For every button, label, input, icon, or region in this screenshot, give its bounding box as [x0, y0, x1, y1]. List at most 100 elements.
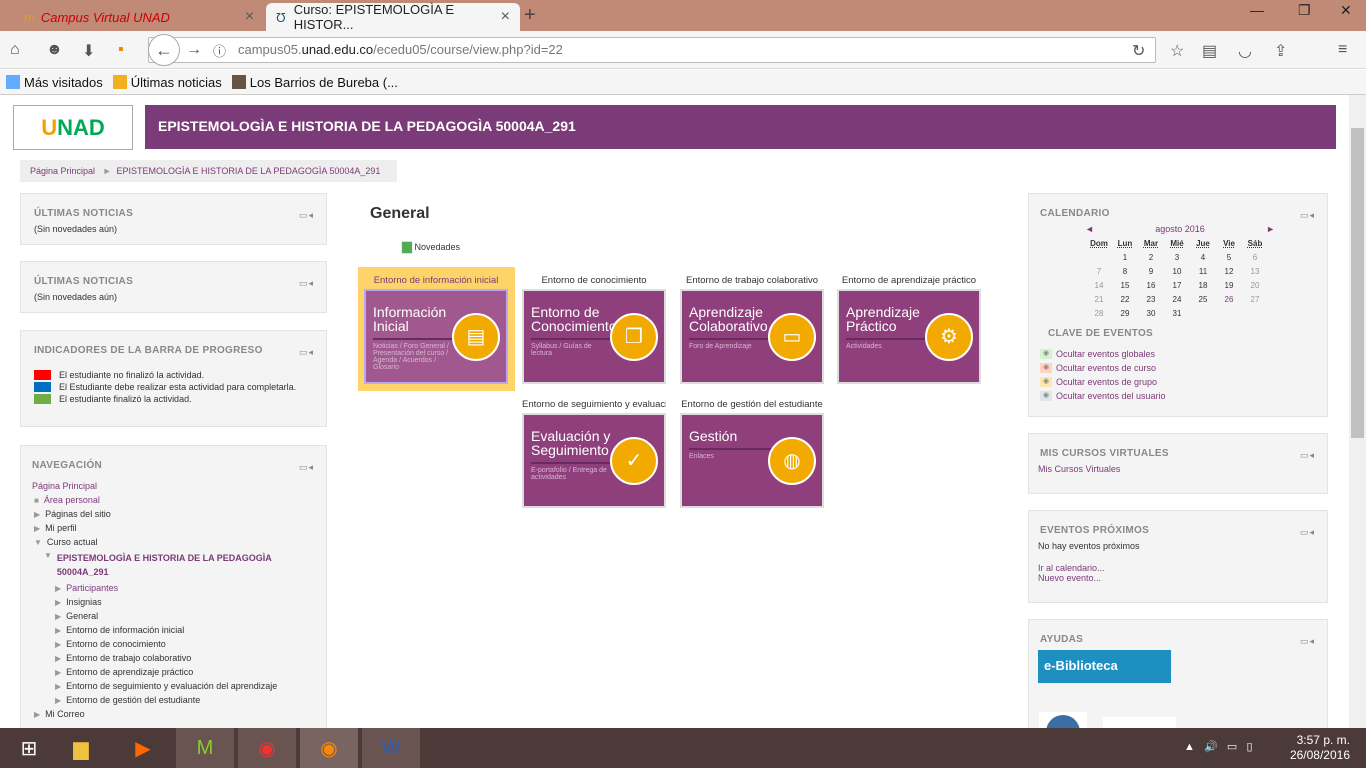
calendar-day[interactable]: 17 — [1164, 278, 1190, 292]
nav-home[interactable]: Página Principal — [32, 481, 97, 491]
bookmark-mas-visitados[interactable]: Más visitados — [6, 75, 103, 90]
start-button[interactable]: ⊞ — [0, 728, 58, 768]
calendar-day[interactable]: 9 — [1138, 264, 1164, 278]
pocket-icon[interactable]: ◡ — [1238, 41, 1252, 61]
minimize-button[interactable]: — — [1250, 2, 1264, 18]
nav-item[interactable]: Entorno de gestión del estudiante — [66, 695, 200, 705]
nav-site-pages[interactable]: Páginas del sitio — [45, 509, 111, 519]
go-to-calendar-link[interactable]: Ir al calendario... — [1038, 563, 1314, 573]
clock[interactable]: 3:57 p. m. 26/08/2016 — [1290, 733, 1350, 763]
movistar-icon[interactable]: M — [176, 728, 234, 768]
nav-item[interactable]: Insignias — [66, 597, 102, 607]
event-key-toggle[interactable]: ◉ Ocultar eventos del usuario — [1040, 391, 1314, 401]
calendar-day[interactable]: 29 — [1112, 306, 1138, 320]
bookmark-ultimas-noticias[interactable]: Últimas noticias — [112, 75, 222, 90]
block-controls-icon[interactable]: ▭◂ — [1300, 636, 1315, 647]
tab-course[interactable]: Ʊ Curso: EPISTEMOLOGÌA E HISTOR... × — [266, 2, 520, 32]
word-icon[interactable]: W — [362, 728, 420, 768]
event-key-toggle[interactable]: ◉ Ocultar eventos de curso — [1040, 363, 1314, 373]
calendar-day[interactable]: 6 — [1242, 250, 1268, 264]
reload-icon[interactable]: ↻ — [1132, 41, 1145, 61]
nav-item[interactable]: Participantes — [66, 583, 118, 593]
calendar-day[interactable]: 24 — [1164, 292, 1190, 306]
block-controls-icon[interactable]: ▭◂ — [299, 347, 314, 358]
calendar-day[interactable]: 19 — [1216, 278, 1242, 292]
calendar-day[interactable]: 31 — [1164, 306, 1190, 320]
calendar-month[interactable]: agosto 2016 — [1155, 224, 1205, 234]
calendar-day[interactable]: 22 — [1112, 292, 1138, 306]
back-button[interactable]: ← — [148, 34, 180, 66]
tile-colaborativo[interactable]: Entorno de trabajo colaborativo Aprendiza… — [680, 275, 824, 384]
block-controls-icon[interactable]: ▭◂ — [1300, 527, 1315, 538]
prev-month-button[interactable]: ◄ — [1085, 224, 1094, 234]
calendar-day[interactable]: 27 — [1242, 292, 1268, 306]
tray-icons[interactable]: ▲ 🔊 ▭ ▯ — [1184, 740, 1253, 753]
event-key-toggle[interactable]: ◉ Ocultar eventos globales — [1040, 349, 1314, 359]
tile-practico[interactable]: Entorno de aprendizaje práctico Aprendiza… — [837, 275, 981, 384]
calendar-day[interactable]: 28 — [1086, 306, 1112, 320]
next-month-button[interactable]: ► — [1266, 224, 1275, 234]
tile-seguimiento[interactable]: Entorno de seguimiento y evaluación del … — [522, 399, 666, 508]
unad-logo[interactable]: U NAD — [13, 105, 133, 150]
calendar-day[interactable]: 2 — [1138, 250, 1164, 264]
calendar-day[interactable]: 12 — [1216, 264, 1242, 278]
news-forum-link[interactable]: ▆ Novedades — [402, 238, 460, 254]
block-controls-icon[interactable]: ▭◂ — [1300, 210, 1315, 221]
my-courses-link[interactable]: Mis Cursos Virtuales — [1038, 464, 1314, 474]
calendar-day[interactable]: 16 — [1138, 278, 1164, 292]
calendar-day[interactable]: 5 — [1216, 250, 1242, 264]
calendar-day[interactable]: 14 — [1086, 278, 1112, 292]
apps-icon[interactable]: ▪ — [118, 41, 124, 59]
new-event-link[interactable]: Nuevo evento... — [1038, 573, 1314, 583]
menu-icon[interactable]: ≡ — [1338, 41, 1347, 59]
breadcrumb-course[interactable]: EPISTEMOLOGÌA E HISTORIA DE LA PEDAGOGÌA… — [116, 166, 380, 176]
share-icon[interactable]: ⇪ — [1274, 41, 1287, 61]
reading-list-icon[interactable]: ▤ — [1202, 41, 1217, 61]
block-controls-icon[interactable]: ▭◂ — [299, 278, 314, 289]
nav-my-profile[interactable]: Mi perfil — [45, 523, 77, 533]
block-controls-icon[interactable]: ▭◂ — [1300, 450, 1315, 461]
scrollbar-thumb[interactable] — [1351, 128, 1364, 438]
close-tab-icon[interactable]: × — [245, 8, 254, 26]
nav-item[interactable]: Entorno de trabajo colaborativo — [66, 653, 191, 663]
nav-current-course[interactable]: Curso actual — [47, 537, 98, 547]
bookmark-barrios-bureba[interactable]: Los Barrios de Bureba (... — [231, 75, 398, 90]
event-key-toggle[interactable]: ◉ Ocultar eventos de grupo — [1040, 377, 1314, 387]
close-tab-icon[interactable]: × — [501, 8, 510, 26]
nav-mail[interactable]: Mi Correo — [45, 709, 85, 719]
calendar-day[interactable]: 1 — [1112, 250, 1138, 264]
nav-area-personal[interactable]: Área personal — [44, 495, 100, 505]
download-icon[interactable]: ⬇ — [82, 41, 95, 61]
tile-conocimiento[interactable]: Entorno de conocimiento Entorno de Conoci… — [522, 275, 666, 384]
nav-item[interactable]: Entorno de información inicial — [66, 625, 184, 635]
nav-course[interactable]: EPISTEMOLOGÌA E HISTORIA DE LA PEDAGOGÌA… — [57, 551, 287, 579]
calendar-day[interactable]: 10 — [1164, 264, 1190, 278]
calendar-day[interactable]: 7 — [1086, 264, 1112, 278]
calendar-day[interactable]: 4 — [1190, 250, 1216, 264]
calendar-day[interactable]: 21 — [1086, 292, 1112, 306]
block-controls-icon[interactable]: ▭◂ — [299, 210, 314, 221]
forward-icon[interactable]: → — [186, 41, 202, 59]
media-player-icon[interactable]: ▶ — [114, 728, 172, 768]
calendar-day[interactable]: 30 — [1138, 306, 1164, 320]
calendar-day[interactable]: 3 — [1164, 250, 1190, 264]
breadcrumb-home[interactable]: Página Principal — [30, 166, 95, 176]
block-controls-icon[interactable]: ▭◂ — [299, 462, 314, 473]
calendar-day[interactable]: 20 — [1242, 278, 1268, 292]
close-window-button[interactable]: ✕ — [1340, 2, 1352, 19]
nav-item[interactable]: Entorno de conocimiento — [66, 639, 166, 649]
restore-button[interactable]: ❐ — [1298, 2, 1311, 19]
tile-informacion-inicial[interactable]: Entorno de información inicial Informació… — [364, 275, 508, 384]
calendar-day[interactable]: 13 — [1242, 264, 1268, 278]
bookmark-star-icon[interactable]: ☆ — [1170, 41, 1184, 61]
tile-gestion[interactable]: Entorno de gestión del estudiante Gestión… — [680, 399, 824, 508]
calendar-day[interactable]: 8 — [1112, 264, 1138, 278]
calendar-day[interactable]: 11 — [1190, 264, 1216, 278]
calendar-day[interactable]: 25 — [1190, 292, 1216, 306]
calendar-day[interactable]: 26 — [1216, 292, 1242, 306]
calendar-day[interactable]: 18 — [1190, 278, 1216, 292]
file-explorer-icon[interactable]: ▆ — [52, 728, 110, 768]
new-tab-button[interactable]: + — [524, 4, 536, 27]
chrome-icon[interactable]: ◉ — [238, 728, 296, 768]
calendar-day[interactable]: 15 — [1112, 278, 1138, 292]
